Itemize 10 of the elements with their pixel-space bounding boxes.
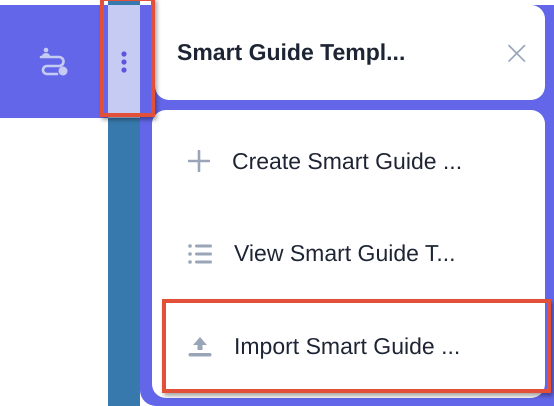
- plus-icon: [188, 150, 210, 172]
- route-icon[interactable]: [39, 46, 69, 76]
- upload-icon: [188, 336, 212, 357]
- list-icon: [188, 244, 212, 264]
- menu-item[interactable]: Import Smart Guide ...: [152, 306, 545, 387]
- menu-item[interactable]: Create Smart Guide ...: [152, 121, 545, 202]
- more-options-button[interactable]: [108, 5, 140, 118]
- more-options-icon: [121, 50, 127, 72]
- menu-item[interactable]: View Smart Guide T...: [152, 214, 545, 294]
- panel-title: Smart Guide Templ...: [177, 39, 406, 66]
